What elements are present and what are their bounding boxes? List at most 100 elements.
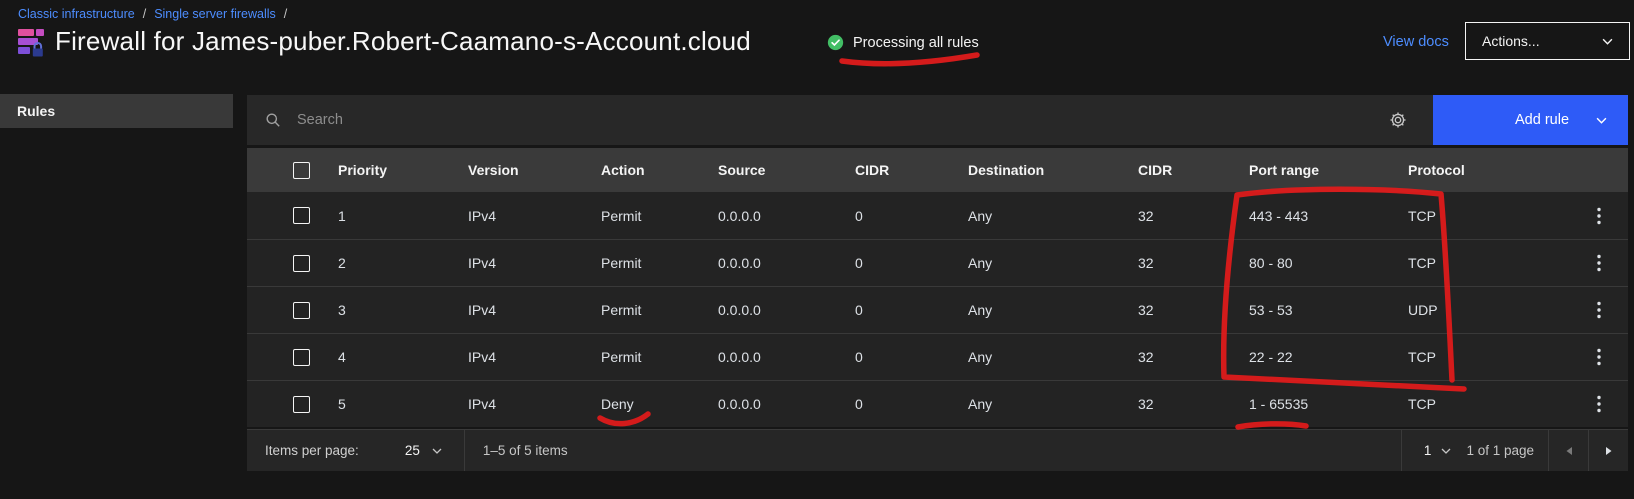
table-header: Priority Version Action Source CIDR Dest… <box>247 148 1628 192</box>
checkmark-filled-icon <box>827 34 844 51</box>
prev-page-button[interactable] <box>1548 430 1588 471</box>
firewall-page: { "breadcrumb": { "separator": "/", "ite… <box>0 0 1634 499</box>
overflow-menu-button[interactable] <box>1597 301 1601 319</box>
page-count-text: 1 of 1 page <box>1466 443 1534 458</box>
cell-priority: 1 <box>323 208 453 224</box>
cell-version: IPv4 <box>453 255 586 271</box>
row-checkbox[interactable] <box>293 207 310 224</box>
cell-destination: Any <box>953 349 1123 365</box>
cell-destination: Any <box>953 208 1123 224</box>
overflow-menu-button[interactable] <box>1597 395 1601 413</box>
actions-dropdown[interactable]: Actions... <box>1465 22 1630 60</box>
cell-port-range: 443 - 443 <box>1234 208 1393 224</box>
cell-action: Permit <box>586 349 703 365</box>
cell-cidr: 0 <box>840 396 953 412</box>
overflow-menu-button[interactable] <box>1597 254 1601 272</box>
cell-source: 0.0.0.0 <box>703 208 840 224</box>
search-bar <box>247 95 1433 145</box>
cell-port-range: 53 - 53 <box>1234 302 1393 318</box>
breadcrumb: Classic infrastructure / Single server f… <box>18 7 287 21</box>
status-label: Processing all rules <box>853 35 979 51</box>
column-header-destination: Destination <box>953 162 1123 178</box>
cell-cidr: 0 <box>840 349 953 365</box>
column-header-source: Source <box>703 162 840 178</box>
sidebar-item-rules[interactable]: Rules <box>0 94 233 128</box>
cell-source: 0.0.0.0 <box>703 396 840 412</box>
rules-panel: Add rule Priority Version Action Source … <box>247 95 1628 471</box>
cell-protocol: UDP <box>1393 302 1570 318</box>
cell-priority: 4 <box>323 349 453 365</box>
cell-version: IPv4 <box>453 349 586 365</box>
cell-version: IPv4 <box>453 208 586 224</box>
cell-source: 0.0.0.0 <box>703 302 840 318</box>
settings-button[interactable] <box>1379 95 1417 145</box>
cell-port-range: 80 - 80 <box>1234 255 1393 271</box>
overflow-menu-button[interactable] <box>1597 348 1601 366</box>
divider <box>464 430 465 471</box>
column-header-dest-cidr: CIDR <box>1123 162 1234 178</box>
cell-priority: 2 <box>323 255 453 271</box>
cell-source: 0.0.0.0 <box>703 255 840 271</box>
cell-cidr: 0 <box>840 255 953 271</box>
search-input[interactable] <box>247 95 1433 145</box>
items-range-text: 1–5 of 5 items <box>483 443 568 458</box>
cell-destination: Any <box>953 396 1123 412</box>
select-all-checkbox[interactable] <box>293 162 310 179</box>
add-rule-button[interactable]: Add rule <box>1433 95 1628 145</box>
column-header-action: Action <box>586 162 703 178</box>
row-checkbox[interactable] <box>293 396 310 413</box>
column-header-priority: Priority <box>323 162 453 178</box>
next-page-button[interactable] <box>1588 430 1628 471</box>
overflow-menu-button[interactable] <box>1597 207 1601 225</box>
caret-left-icon <box>1565 446 1573 456</box>
items-per-page-label: Items per page: <box>265 443 359 458</box>
table-row: 5 IPv4 Deny 0.0.0.0 0 Any 32 1 - 65535 T… <box>247 380 1628 427</box>
cell-protocol: TCP <box>1393 396 1570 412</box>
cell-destination: Any <box>953 255 1123 271</box>
table-row: 3 IPv4 Permit 0.0.0.0 0 Any 32 53 - 53 U… <box>247 286 1628 333</box>
chevron-down-icon <box>1596 117 1607 124</box>
row-checkbox[interactable] <box>293 255 310 272</box>
breadcrumb-link-classic-infrastructure[interactable]: Classic infrastructure <box>18 7 135 21</box>
cell-port-range: 1 - 65535 <box>1234 396 1393 412</box>
items-per-page-select[interactable]: 25 <box>405 443 442 458</box>
cell-source: 0.0.0.0 <box>703 349 840 365</box>
cell-action: Deny <box>586 396 703 412</box>
kebab-icon <box>1597 301 1601 319</box>
cell-version: IPv4 <box>453 302 586 318</box>
cell-dest-cidr: 32 <box>1123 255 1234 271</box>
column-header-port-range: Port range <box>1234 162 1393 178</box>
page-title: Firewall for James-puber.Robert-Caamano-… <box>55 26 751 57</box>
cell-port-range: 22 - 22 <box>1234 349 1393 365</box>
breadcrumb-link-single-server-firewalls[interactable]: Single server firewalls <box>154 7 276 21</box>
status-badge: Processing all rules <box>827 34 979 51</box>
cell-priority: 3 <box>323 302 453 318</box>
table-toolbar: Add rule <box>247 95 1628 145</box>
chevron-down-icon <box>1441 448 1451 454</box>
cell-action: Permit <box>586 208 703 224</box>
caret-right-icon <box>1605 446 1613 456</box>
cell-priority: 5 <box>323 396 453 412</box>
cell-dest-cidr: 32 <box>1123 396 1234 412</box>
kebab-icon <box>1597 395 1601 413</box>
annotation-underline-processing <box>842 55 977 64</box>
cell-dest-cidr: 32 <box>1123 349 1234 365</box>
page-number-select[interactable]: 1 <box>1424 443 1452 458</box>
view-docs-link[interactable]: View docs <box>1383 34 1449 50</box>
table-row: 2 IPv4 Permit 0.0.0.0 0 Any 32 80 - 80 T… <box>247 239 1628 286</box>
row-checkbox[interactable] <box>293 302 310 319</box>
cell-protocol: TCP <box>1393 208 1570 224</box>
actions-label: Actions... <box>1482 33 1540 49</box>
cell-dest-cidr: 32 <box>1123 302 1234 318</box>
gear-icon <box>1389 111 1407 129</box>
column-header-version: Version <box>453 162 586 178</box>
cell-protocol: TCP <box>1393 349 1570 365</box>
chevron-down-icon <box>1602 38 1613 45</box>
column-header-protocol: Protocol <box>1393 162 1570 178</box>
cell-cidr: 0 <box>840 208 953 224</box>
pagination-bar: Items per page: 25 1–5 of 5 items 1 1 of… <box>247 429 1628 471</box>
cell-destination: Any <box>953 302 1123 318</box>
table-row: 1 IPv4 Permit 0.0.0.0 0 Any 32 443 - 443… <box>247 192 1628 239</box>
column-header-cidr: CIDR <box>840 162 953 178</box>
row-checkbox[interactable] <box>293 349 310 366</box>
